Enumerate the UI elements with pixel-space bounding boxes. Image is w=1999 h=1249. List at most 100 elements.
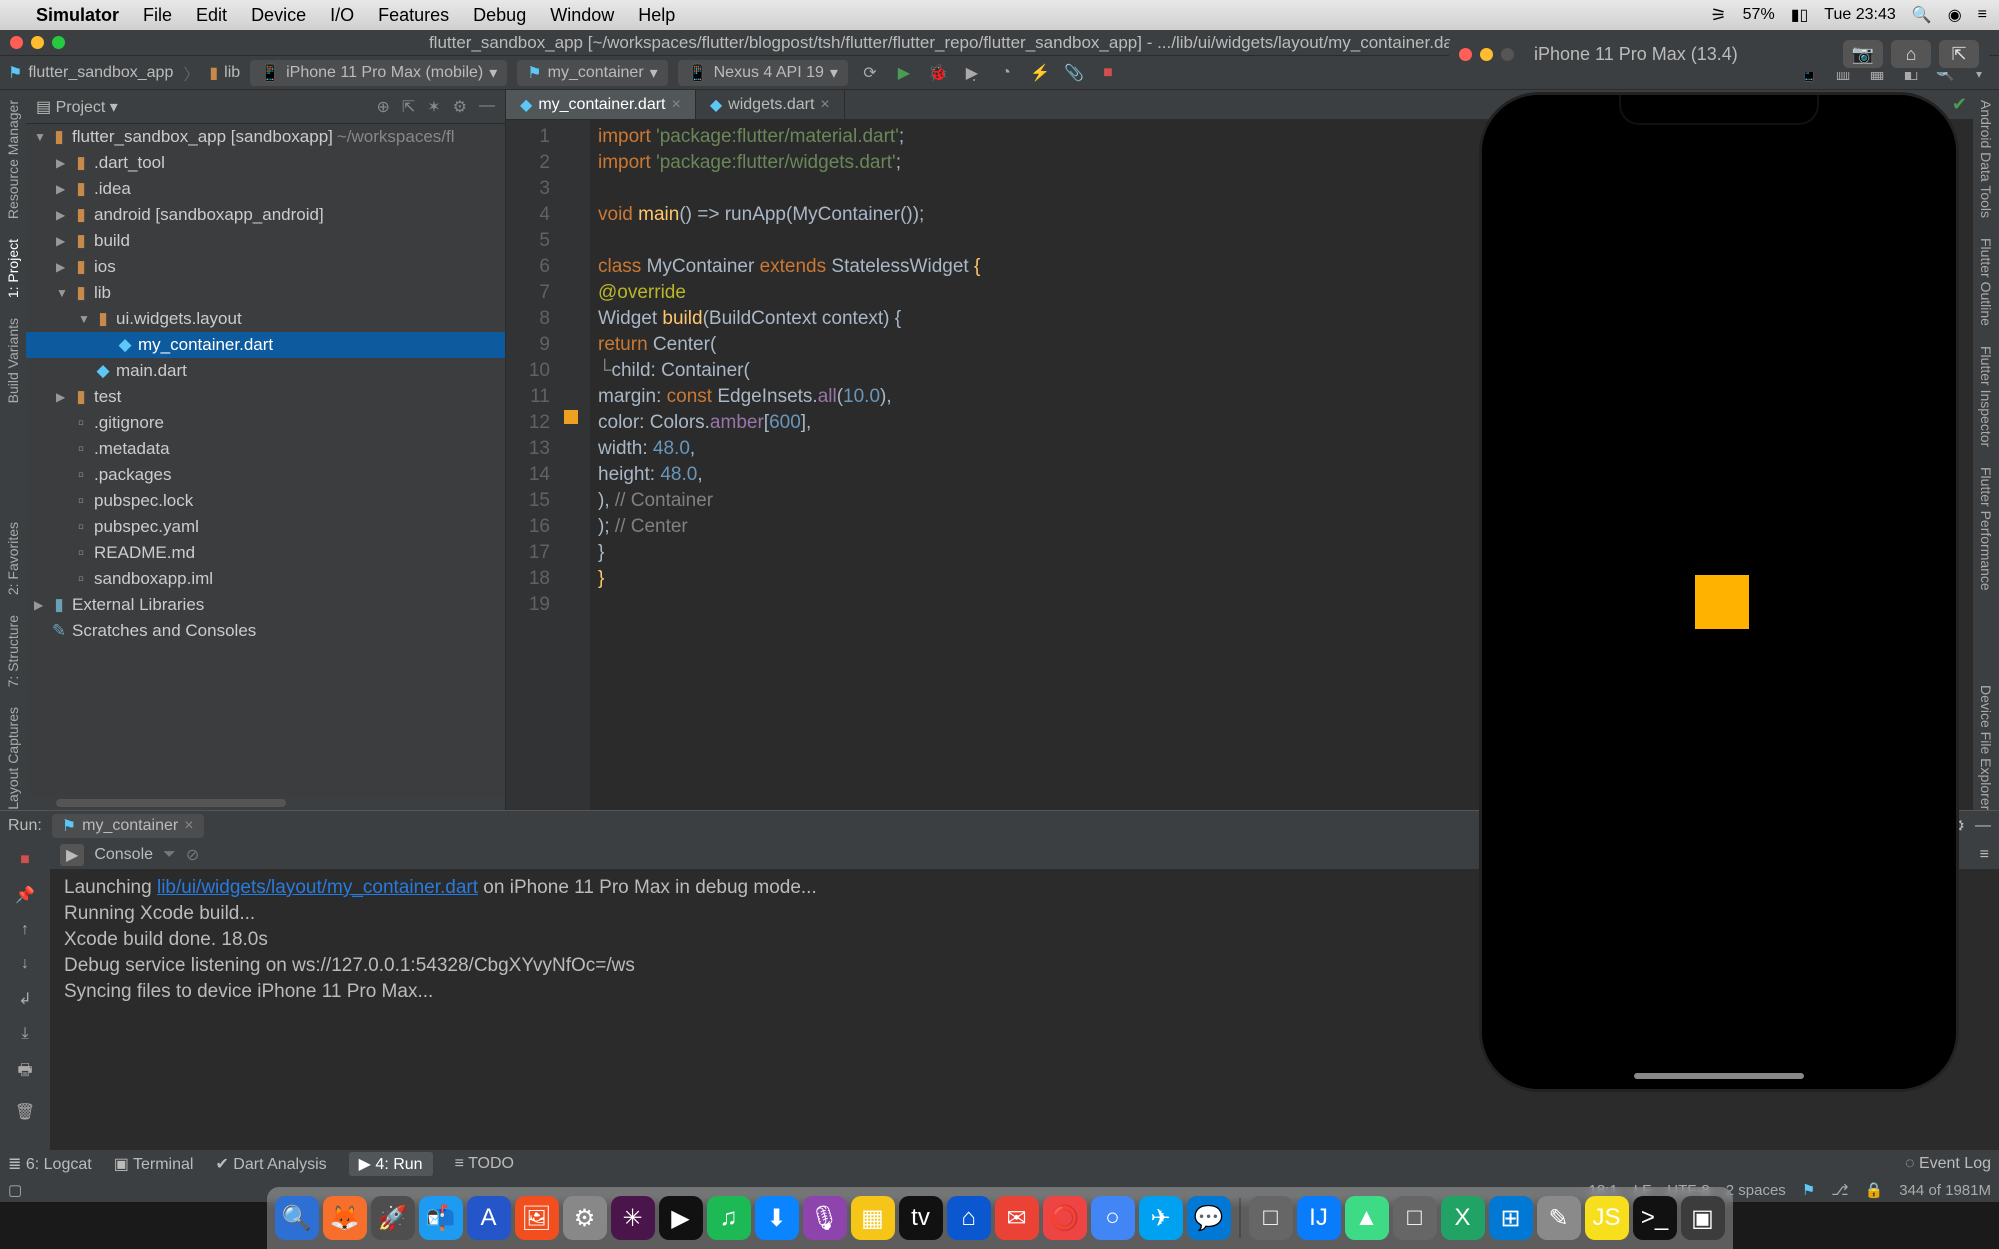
attach-debugger-icon[interactable]: 📎 xyxy=(1062,63,1086,83)
breadcrumb-folder[interactable]: ▮lib xyxy=(209,63,240,83)
run-config-tab[interactable]: ⚑my_container× xyxy=(52,814,204,838)
run-button[interactable]: ▶ xyxy=(892,63,916,83)
menubar-app-name[interactable]: Simulator xyxy=(36,5,119,26)
dock-app[interactable]: ▦ xyxy=(851,1196,895,1240)
rail-build-variants[interactable]: Build Variants xyxy=(5,318,21,403)
dock-app[interactable]: ⌂ xyxy=(947,1196,991,1240)
tree-row[interactable]: ▶▮test xyxy=(26,384,505,410)
spotlight-icon[interactable]: 🔍 xyxy=(1912,5,1932,25)
clear-all-icon[interactable]: 🗑 xyxy=(15,1102,35,1122)
project-tree[interactable]: ▼▮flutter_sandbox_app [sandboxapp] ~/wor… xyxy=(26,124,505,796)
dock-app[interactable]: ⬇ xyxy=(755,1196,799,1240)
tool-settings-icon[interactable]: ⚙ xyxy=(453,97,467,117)
sim-rotate-button[interactable]: ⇱ xyxy=(1939,40,1979,68)
editor-tab[interactable]: ◆my_container.dart× xyxy=(506,90,696,119)
sync-icon[interactable]: ⟳ xyxy=(858,63,882,83)
up-stack-icon[interactable]: ↑ xyxy=(21,921,29,939)
status-widget-icon[interactable]: ▢ xyxy=(8,1181,22,1199)
tree-row[interactable]: ▼▮ui.widgets.layout xyxy=(26,306,505,332)
memory-indicator[interactable]: 344 of 1981M xyxy=(1899,1182,1991,1199)
breadcrumb-project[interactable]: ⚑flutter_sandbox_app xyxy=(8,63,173,83)
device-selector-dropdown[interactable]: 📱iPhone 11 Pro Max (mobile)▾ xyxy=(250,60,507,86)
dock-app[interactable]: ○ xyxy=(1091,1196,1135,1240)
menu-device[interactable]: Device xyxy=(251,5,306,26)
dock-app[interactable]: A xyxy=(467,1196,511,1240)
dock-app[interactable]: ⭕ xyxy=(1043,1196,1087,1240)
gutter-color-swatch[interactable] xyxy=(564,410,578,424)
tab-todo[interactable]: ≡ TODO xyxy=(455,1155,514,1173)
soft-wrap-icon[interactable]: ↲ xyxy=(18,989,31,1009)
rail-structure[interactable]: 7: Structure xyxy=(5,615,21,687)
tree-row[interactable]: ▫pubspec.yaml xyxy=(26,514,505,540)
dock-app[interactable]: IJ xyxy=(1297,1196,1341,1240)
menu-window[interactable]: Window xyxy=(550,5,614,26)
profile-run-icon[interactable]: ◔ xyxy=(994,63,1018,83)
console-tab-label[interactable]: Console xyxy=(94,846,153,864)
tree-row[interactable]: ✎Scratches and Consoles xyxy=(26,618,505,644)
print-icon[interactable]: 🖶 xyxy=(17,1059,32,1086)
dock-app[interactable]: 🚀 xyxy=(371,1196,415,1240)
tab-run[interactable]: ▶ 4: Run xyxy=(349,1152,433,1176)
tree-row[interactable]: ▼▮lib xyxy=(26,280,505,306)
tree-row[interactable]: ◆my_container.dart xyxy=(26,332,505,358)
dock-app[interactable]: 🖼 xyxy=(515,1196,559,1240)
tree-horizontal-scrollbar[interactable] xyxy=(26,796,505,810)
dock-app[interactable]: ✎ xyxy=(1537,1196,1581,1240)
dock-app[interactable]: tv xyxy=(899,1196,943,1240)
tree-row[interactable]: ▶▮.dart_tool xyxy=(26,150,505,176)
rail-favorites[interactable]: 2: Favorites xyxy=(5,522,21,595)
dock-app[interactable]: >_ xyxy=(1633,1196,1677,1240)
run-config-dropdown[interactable]: ⚑my_container▾ xyxy=(517,60,667,86)
menu-help[interactable]: Help xyxy=(638,5,675,26)
tree-row[interactable]: ▶▮.idea xyxy=(26,176,505,202)
tree-row[interactable]: ▫.packages xyxy=(26,462,505,488)
tree-row[interactable]: ▶▮External Libraries xyxy=(26,592,505,618)
scroll-to-end-icon[interactable]: ⤓ xyxy=(21,1025,28,1043)
maximize-window-button[interactable] xyxy=(52,36,65,49)
dock-app[interactable]: ▣ xyxy=(1681,1196,1725,1240)
emulator-dropdown[interactable]: 📱Nexus 4 API 19▾ xyxy=(678,60,848,86)
sim-home-button[interactable]: ⌂ xyxy=(1891,40,1931,68)
dock-app[interactable]: X xyxy=(1441,1196,1485,1240)
dock-app[interactable]: □ xyxy=(1393,1196,1437,1240)
rail-resource-manager[interactable]: Resource Manager xyxy=(5,100,21,219)
tab-dart-analysis[interactable]: ✔ Dart Analysis xyxy=(215,1154,326,1174)
sim-minimize-button[interactable] xyxy=(1480,48,1493,61)
dock-app[interactable]: 🦊 xyxy=(323,1196,367,1240)
editor-gutter[interactable]: 12345678910111213141516171819 xyxy=(506,120,562,810)
dock-app[interactable]: 📬 xyxy=(419,1196,463,1240)
sim-screenshot-button[interactable]: 📷 xyxy=(1843,40,1883,68)
coverage-run-icon[interactable]: ▶̣ xyxy=(960,63,984,83)
sim-close-button[interactable] xyxy=(1459,48,1472,61)
editor-tab[interactable]: ◆widgets.dart× xyxy=(696,90,845,119)
close-window-button[interactable] xyxy=(10,36,23,49)
dock-app[interactable]: ✳ xyxy=(611,1196,655,1240)
event-log-button[interactable]: ◌ Event Log xyxy=(1905,1155,1991,1173)
debug-button[interactable]: 🐞 xyxy=(926,63,950,83)
dock-app[interactable]: ✉ xyxy=(995,1196,1039,1240)
dock-app[interactable]: ▶ xyxy=(659,1196,703,1240)
sim-maximize-button[interactable] xyxy=(1501,48,1514,61)
console-filter-icon[interactable]: ⏷ xyxy=(163,846,176,864)
tree-row[interactable]: ▶▮build xyxy=(26,228,505,254)
lock-icon[interactable]: 🔒 xyxy=(1865,1181,1884,1199)
select-opened-file-icon[interactable]: ⊕ xyxy=(376,97,389,117)
console-history-icon[interactable]: ⊘ xyxy=(186,845,199,865)
tree-row[interactable]: ▫sandboxapp.iml xyxy=(26,566,505,592)
rail-layout-captures[interactable]: Layout Captures xyxy=(5,707,21,810)
hot-reload-icon[interactable]: ⚡ xyxy=(1028,63,1052,83)
down-stack-icon[interactable]: ↓ xyxy=(21,955,29,973)
dock-app[interactable]: ✈ xyxy=(1139,1196,1183,1240)
dock-app[interactable]: ⚙ xyxy=(563,1196,607,1240)
dock-app[interactable]: ▲ xyxy=(1345,1196,1389,1240)
menu-features[interactable]: Features xyxy=(378,5,449,26)
notification-center-icon[interactable]: ≡ xyxy=(1978,6,1987,24)
hide-panel-icon[interactable]: — xyxy=(479,97,495,117)
stop-process-button[interactable]: ■ xyxy=(20,851,30,869)
wifi-icon[interactable]: ⚞ xyxy=(1711,5,1727,26)
dock-app[interactable]: 💬 xyxy=(1187,1196,1231,1240)
tree-row[interactable]: ▫.gitignore xyxy=(26,410,505,436)
siri-icon[interactable]: ◉ xyxy=(1948,5,1962,25)
indent-setting[interactable]: 2 spaces xyxy=(1726,1182,1786,1199)
menu-edit[interactable]: Edit xyxy=(196,5,227,26)
